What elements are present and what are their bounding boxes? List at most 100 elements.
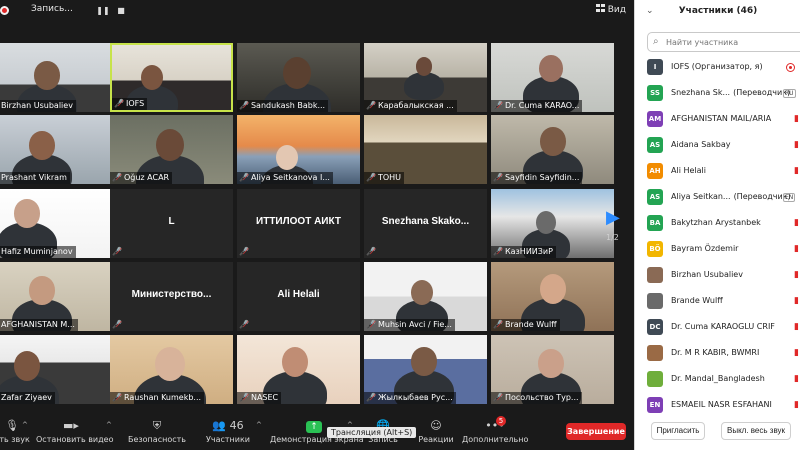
video-tile[interactable]: 🎤̸ IOFS [110,43,233,112]
participant-row[interactable]: Birzhan Usubaliev ▮ [635,264,800,290]
participant-row[interactable]: I IOFS (Организатор, я) [635,56,800,82]
tile-name-bar: 🎤̸ TOHU [364,172,405,184]
video-tile[interactable]: 🎤̸Birzhan Usubaliev [0,43,110,112]
participant-name: Birzhan Usubaliev [671,270,743,279]
avatar: EN [647,397,663,413]
language-badge: RU [783,89,796,98]
muted-mic-icon: 🎤̸ [493,320,503,329]
tile-name-bar: 🎤̸Prashant Vikram [0,172,70,184]
video-tile[interactable]: 🎤̸ Жылкыбаев Рус... [364,335,487,404]
video-tile[interactable]: Snezhana Skako... 🎤̸ [364,189,487,258]
video-tile[interactable]: 🎤̸ Посольство Тур... [491,335,614,404]
video-tile[interactable]: 🎤̸ Sayfidin Sayfidin... [491,115,614,184]
avatar [647,371,663,387]
video-tile[interactable]: 🎤̸ Oğuz ACAR [110,115,233,184]
participant-row[interactable]: AH Ali Helali ▮ [635,160,800,186]
video-tile[interactable]: Ali Helali 🎤̸ [237,262,360,331]
participant-name: Dr. Cuma KARAOGLU CRIF [671,322,775,331]
tile-display-name: ИТТИЛООТ АИКТ [256,216,341,227]
view-button[interactable]: Вид [595,4,626,15]
participant-head [539,55,563,82]
page-navigation[interactable]: ▶ 1/2 [606,209,626,249]
video-tile[interactable]: 🎤̸ NASEC [237,335,360,404]
participant-row[interactable]: BA Bakytzhan Arystanbek ▮ [635,212,800,238]
participant-row[interactable]: Dr. Mandal_Bangladesh ▮ [635,368,800,394]
video-tile[interactable]: 🎤̸ Dr. Cuma KARAO... [491,43,614,112]
participant-row[interactable]: AS Aidana Sakbay ▮ [635,134,800,160]
security-label: Безопасность [128,435,186,444]
participant-row[interactable]: Dr. M R KABIR, BWMRI ▮ [635,342,800,368]
participant-list: I IOFS (Организатор, я) SS Snezhana Sk... (П… [635,56,800,420]
tile-name: Hafiz Muminjanov [0,247,73,256]
video-button[interactable]: ▬▸ Остановить видео [36,419,113,444]
participant-body [404,72,444,100]
video-tile[interactable]: 🎤̸ Muhsin Avci / Fie... [364,262,487,331]
more-button[interactable]: ••• 5 Дополнительно [462,416,528,444]
participant-row[interactable]: BÖ Bayram Özdemir ▮ [635,238,800,264]
security-button[interactable]: ⛨ Безопасность [128,419,186,444]
muted-mic-icon: 🎤̸ [112,393,122,402]
video-camera-icon: ▬▸ [63,419,79,432]
tile-name: Карабалыкская ... [377,101,454,110]
invite-button[interactable]: Пригласить [651,422,705,440]
video-options-caret[interactable]: ^ [106,421,112,429]
video-tile[interactable]: 🎤̸Hafiz Muminjanov [0,189,110,258]
tile-name-bar: 🎤̸ Жылкыбаев Рус... [364,392,456,404]
reactions-label: Реакции [418,435,454,444]
participant-row[interactable]: AM AFGHANISTAN MAIL/ARIA ▮ [635,108,800,134]
participant-name-text: Dr. M R KABIR, BWMRI [671,348,760,357]
tile-name: КазНИИЗиР [504,247,553,256]
tile-name-bar: 🎤̸ [237,319,254,331]
video-tile[interactable]: 🎤̸AFGHANISTAN M... [0,262,110,331]
pause-recording-icon[interactable]: ❚❚ [96,4,110,18]
shield-icon: ⛨ [152,419,162,432]
participant-row[interactable]: Brande Wulff ▮ [635,290,800,316]
participant-name: Dr. M R KABIR, BWMRI [671,348,759,357]
mute-all-button[interactable]: Выкл. весь звук [721,422,791,440]
muted-mic-icon: 🎤̸ [239,393,249,402]
participant-name: Dr. Mandal_Bangladesh [671,374,765,383]
video-tile[interactable]: 🎤̸Prashant Vikram [0,115,110,184]
avatar: I [647,59,663,75]
participant-row[interactable]: DC Dr. Cuma KARAOGLU CRIF ▮ [635,316,800,342]
meeting-area: Запись... ❚❚ ■ Вид 🎤̸Birzhan Usubaliev🎤̸… [0,0,634,450]
participants-options-caret[interactable]: ^ [256,421,262,429]
participant-name: AFGHANISTAN MAIL/ARIA [671,114,771,123]
participant-head [14,199,40,228]
video-tile[interactable]: 🎤̸ Карабалыкская ... [364,43,487,112]
participants-button[interactable]: 👥 46 Участники [204,419,252,444]
video-tile[interactable]: 🎤̸ Brande Wulff [491,262,614,331]
video-tile[interactable]: 🎤̸ Raushan Kumekb... [110,335,233,404]
video-tile[interactable]: 🎤̸Zafar Ziyaev [0,335,110,404]
participant-name: Aliya Seitkan... (Переводчик) [671,192,791,201]
participant-search[interactable]: ⌕ [647,32,800,52]
view-button-label: Вид [607,5,626,15]
video-tile[interactable]: 🎤̸ Sandukash Babk... [237,43,360,112]
video-tile[interactable]: 🎤̸ TOHU [364,115,487,184]
tile-name-bar: 🎤̸ Dr. Cuma KARAO... [491,100,583,112]
end-meeting-button[interactable]: Завершение [566,423,626,440]
audio-options-caret[interactable]: ^ [22,421,28,429]
video-tile[interactable]: Министерство... 🎤̸ [110,262,233,331]
video-tile[interactable]: 🎤̸ Aliya Seitkanova I... [237,115,360,184]
participant-row[interactable]: SS Snezhana Sk... (Переводчик) RU [635,82,800,108]
participant-row[interactable]: AS Aliya Seitkan... (Переводчик) EN [635,186,800,212]
tile-name-bar: 🎤̸ Muhsin Avci / Fie... [364,319,455,331]
reactions-button[interactable]: ☺ Реакции [414,419,458,444]
participant-head [154,347,186,382]
muted-mic-icon: ▮ [794,348,799,358]
video-tile[interactable]: 🎤̸ КазНИИЗиР [491,189,614,258]
participant-row[interactable]: EN ESMAEIL NASR ESFAHANI ▮ [635,394,800,420]
next-page-icon[interactable]: ▶ [606,209,626,227]
stop-recording-icon[interactable]: ■ [114,4,128,18]
tile-name: Birzhan Usubaliev [0,101,73,110]
participant-name: Aidana Sakbay [671,140,731,149]
search-input[interactable] [666,36,800,49]
tile-name: TOHU [377,173,402,182]
participants-icon: 👥 46 [212,419,244,432]
video-tile[interactable]: ИТТИЛООТ АИКТ 🎤̸ [237,189,360,258]
video-tile[interactable]: L 🎤̸ [110,189,233,258]
participant-name: IOFS (Организатор, я) [671,62,763,71]
panel-footer: Пригласить Выкл. весь звук [635,422,800,442]
recording-icon [0,6,9,15]
